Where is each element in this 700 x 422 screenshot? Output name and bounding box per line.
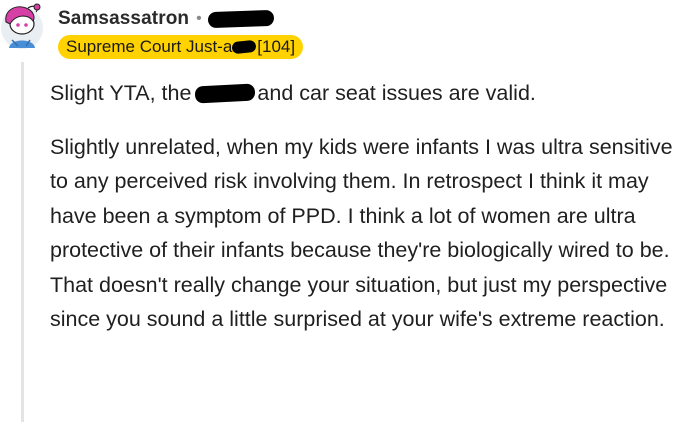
inline-redaction: [195, 83, 256, 104]
flair-redaction: [231, 39, 257, 55]
flair-text-start: Supreme Court Just-a: [66, 37, 233, 56]
user-avatar[interactable]: [0, 2, 46, 50]
paragraph-1-start: Slight YTA, the: [50, 81, 192, 105]
username[interactable]: Samsassatron: [58, 8, 189, 30]
user-flair: Supreme Court Just-a [104]: [58, 35, 304, 59]
thread-line[interactable]: [21, 62, 24, 422]
comment-paragraph-2: Slightly unrelated, when my kids were in…: [50, 134, 673, 332]
comment-header: Samsassatron •: [58, 6, 700, 32]
separator-dot: •: [196, 10, 202, 27]
comment-body: Slight YTA, the and car seat issues are v…: [50, 76, 690, 337]
flair-text-end: [104]: [257, 37, 296, 56]
comment-paragraph-1: Slight YTA, the and car seat issues are v…: [50, 76, 690, 111]
paragraph-1-end: and car seat issues are valid.: [257, 81, 536, 105]
redacted-timestamp: [207, 9, 274, 29]
snoo-avatar-icon: [1, 3, 43, 49]
